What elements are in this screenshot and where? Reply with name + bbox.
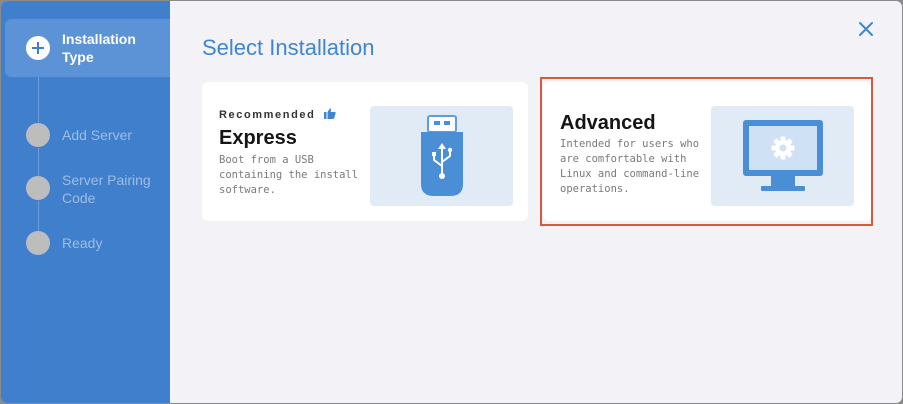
usb-drive-icon	[370, 106, 513, 206]
recommended-label: Recommended	[219, 109, 316, 121]
step-label: Installation Type	[62, 31, 136, 65]
step-connector	[38, 201, 39, 231]
step-connector	[38, 77, 39, 122]
step-server-pairing-code: Server Pairing Code	[1, 169, 170, 209]
recommended-badge: Recommended	[219, 108, 336, 122]
monitor-settings-icon	[711, 106, 854, 206]
step-label: Server Pairing Code	[62, 172, 151, 206]
step-installation-type: Installation Type	[5, 19, 170, 77]
installation-dialog: Installation Type Add Server Server Pair…	[1, 1, 902, 403]
step-label: Add Server	[62, 127, 133, 143]
step-indicator-icon	[26, 176, 50, 200]
express-option-card[interactable]: Recommended Express Boot from a USB cont…	[202, 82, 528, 221]
advanced-option-card[interactable]: Advanced Intended for users who are comf…	[543, 82, 871, 221]
step-indicator-icon	[26, 123, 50, 147]
step-label: Ready	[62, 235, 103, 251]
advanced-title: Advanced	[560, 112, 656, 134]
step-indicator-icon	[26, 231, 50, 255]
thumbs-up-icon	[324, 108, 336, 122]
steps-sidebar: Installation Type Add Server Server Pair…	[1, 1, 170, 403]
close-icon[interactable]	[856, 19, 876, 39]
add-step-icon	[26, 36, 50, 60]
express-description: Boot from a USB containing the install s…	[219, 154, 359, 196]
dialog-title: Select Installation	[202, 35, 375, 60]
express-title: Express	[219, 127, 297, 149]
step-add-server: Add Server	[1, 122, 170, 148]
advanced-description: Intended for users who are comfortable w…	[560, 138, 700, 195]
step-ready: Ready	[1, 230, 170, 256]
